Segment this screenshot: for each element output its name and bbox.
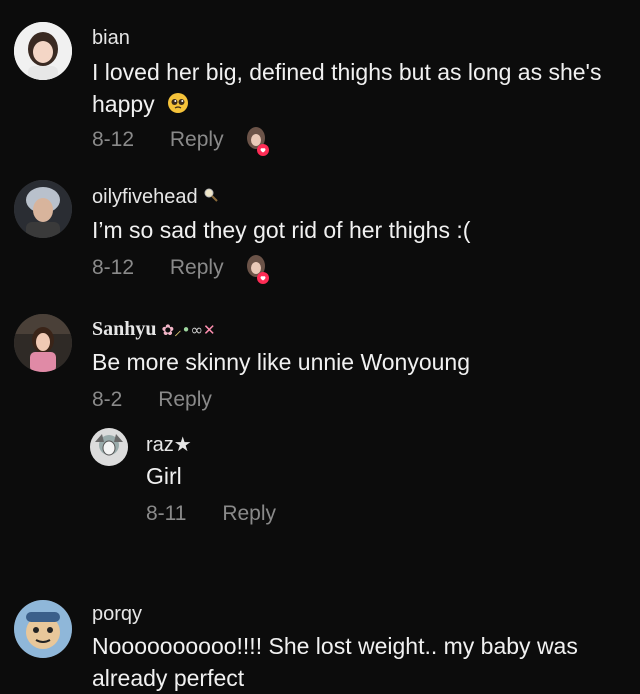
comment-meta: 8-12 Reply xyxy=(92,256,224,280)
comment-date: 8-11 xyxy=(146,502,187,525)
avatar-image xyxy=(90,428,128,466)
comment-text: Girl xyxy=(146,463,182,489)
comment-username[interactable]: raz★ xyxy=(146,432,192,457)
comment-meta: 8-12 Reply xyxy=(92,128,224,152)
comment-username[interactable]: bian xyxy=(92,27,130,50)
comment-username[interactable]: Sanhyu ✿⸝•∞✕ xyxy=(92,318,216,341)
comment-meta: 8-2 Reply xyxy=(92,388,212,412)
decorative-emoji-icon: ✿⸝•∞✕ xyxy=(161,321,216,340)
reply-button[interactable]: Reply xyxy=(170,256,224,279)
comment-username-text: oilyfivehead xyxy=(92,186,198,208)
comment-username[interactable]: oilyfivehead xyxy=(92,186,219,209)
creator-liked-avatar-icon xyxy=(244,254,269,284)
comment-meta: 8-11 Reply xyxy=(146,502,276,526)
comment-text: happy xyxy=(92,88,189,122)
comment-username-text: Sanhyu xyxy=(92,318,157,340)
avatar-image xyxy=(14,180,72,238)
magnifier-icon xyxy=(203,186,219,209)
comment-text: already perfect xyxy=(92,665,245,691)
reply-button[interactable]: Reply xyxy=(158,388,212,411)
avatar[interactable] xyxy=(14,22,72,80)
avatar[interactable] xyxy=(14,600,72,658)
avatar-image xyxy=(14,314,72,372)
comment-text: Noooooooooo!!!! She lost weight.. my bab… xyxy=(92,633,578,659)
avatar[interactable] xyxy=(14,180,72,238)
avatar-image xyxy=(14,22,72,80)
creator-liked-avatar-icon xyxy=(244,126,269,156)
pleading-face-emoji xyxy=(167,90,189,122)
comment-username[interactable]: porqy xyxy=(92,603,142,626)
comment-text-line: happy xyxy=(92,91,155,117)
comment-text: I’m so sad they got rid of her thighs :( xyxy=(92,217,471,243)
avatar-image xyxy=(14,600,72,658)
comment-date: 8-12 xyxy=(92,256,135,279)
avatar[interactable] xyxy=(90,428,128,466)
comment-text: Be more skinny like unnie Wonyoung xyxy=(92,349,471,375)
comment-date: 8-12 xyxy=(92,128,135,151)
comment-text: I loved her big, defined thighs but as l… xyxy=(92,59,602,85)
comment-date: 8-2 xyxy=(92,388,123,411)
reply-button[interactable]: Reply xyxy=(222,502,276,525)
avatar[interactable] xyxy=(14,314,72,372)
reply-button[interactable]: Reply xyxy=(170,128,224,151)
